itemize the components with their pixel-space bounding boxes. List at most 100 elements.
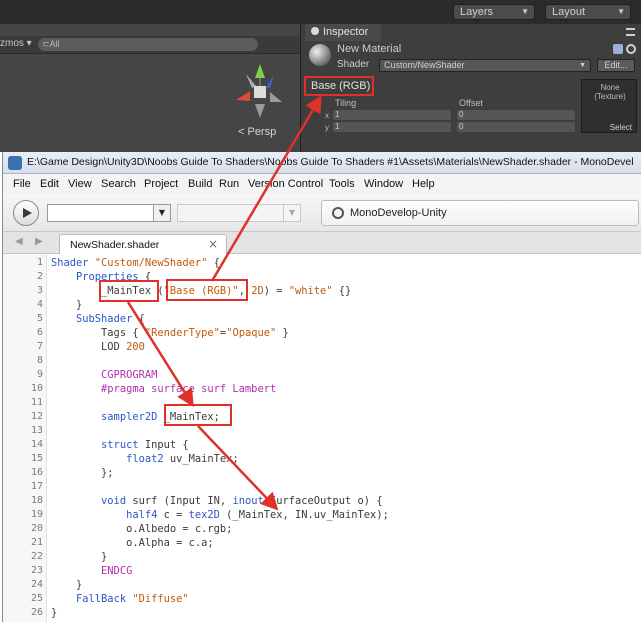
- main-toolbar: ▼ ▼ MonoDevelop-Unity: [3, 194, 641, 232]
- configuration-select[interactable]: ▼: [47, 204, 171, 222]
- monodevelop-status-icon: [332, 207, 344, 219]
- menu-file[interactable]: File: [13, 178, 31, 190]
- line-number: 1: [36, 257, 43, 268]
- highlight-maintex-property: [99, 280, 159, 302]
- highlight-sampler-maintex: [164, 404, 232, 426]
- scene-search-input[interactable]: ⊂All: [38, 38, 258, 51]
- highlight-inspector-property: [304, 76, 374, 96]
- layout-label: Layout: [552, 6, 586, 18]
- shader-select[interactable]: Custom/NewShader ▼: [379, 59, 591, 72]
- panel-options-icon[interactable]: [626, 28, 635, 36]
- tab-label: NewShader.shader: [70, 239, 160, 251]
- target-select[interactable]: ▼: [177, 204, 301, 222]
- code-text: void surf (Input IN, inout SurfaceOutput…: [101, 495, 383, 507]
- highlight-base-rgb-string: [166, 279, 248, 301]
- tiling-y-field[interactable]: 1: [333, 122, 451, 132]
- code-text: half4 c = tex2D (_MainTex, IN.uv_MainTex…: [126, 509, 389, 521]
- code-text: };: [51, 467, 114, 479]
- menu-version-control[interactable]: Version Control: [248, 178, 323, 190]
- menu-window[interactable]: Window: [364, 178, 403, 190]
- code-text: o.Alpha = c.a;: [51, 537, 214, 549]
- menu-tools[interactable]: Tools: [329, 178, 355, 190]
- tiling-label: Tiling: [335, 98, 357, 108]
- line-number: 22: [30, 551, 43, 562]
- window-title-bar: E:\Game Design\Unity3D\Noobs Guide To Sh…: [3, 152, 641, 174]
- edit-shader-button[interactable]: Edit...: [597, 59, 635, 72]
- menu-help[interactable]: Help: [412, 178, 435, 190]
- menu-run[interactable]: Run: [219, 178, 239, 190]
- inspector-tab-label: Inspector: [323, 26, 369, 38]
- gear-icon[interactable]: [626, 44, 636, 54]
- tab-back-icon[interactable]: ◀: [15, 236, 23, 247]
- line-number: 15: [30, 453, 43, 464]
- line-number: 20: [30, 523, 43, 534]
- info-icon: [311, 27, 319, 35]
- code-text: }: [51, 579, 83, 591]
- scene-toolbar: zmos ▾ ⊂All: [0, 36, 300, 54]
- gizmos-menu[interactable]: zmos ▾: [0, 38, 32, 49]
- close-icon[interactable]: ×: [208, 237, 218, 251]
- shader-value: Custom/NewShader: [384, 60, 465, 70]
- menu-edit[interactable]: Edit: [40, 178, 59, 190]
- status-text: MonoDevelop-Unity: [350, 207, 447, 219]
- code-text: SubShader {: [76, 313, 145, 325]
- line-number: 11: [30, 397, 43, 408]
- layers-dropdown[interactable]: Layers ▼: [453, 4, 535, 20]
- y-label: y: [325, 123, 329, 132]
- line-number: 16: [30, 467, 43, 478]
- line-number: 18: [30, 495, 43, 506]
- monodevelop-window: E:\Game Design\Unity3D\Noobs Guide To Sh…: [2, 152, 641, 622]
- offset-y-field[interactable]: 0: [457, 122, 575, 132]
- line-number: 4: [36, 299, 43, 310]
- chevron-down-icon: ▼: [153, 205, 170, 221]
- line-number: 12: [30, 411, 43, 422]
- code-text: }: [51, 607, 58, 619]
- code-text: FallBack "Diffuse": [76, 593, 189, 605]
- layout-dropdown[interactable]: Layout ▼: [545, 4, 631, 20]
- tiling-x-field[interactable]: 1: [333, 110, 451, 120]
- code-text: }: [51, 551, 108, 563]
- code-text: ENDCG: [51, 565, 133, 577]
- line-number: 13: [30, 425, 43, 436]
- shader-label: Shader: [337, 59, 370, 70]
- line-number: 23: [30, 565, 43, 576]
- menu-view[interactable]: View: [68, 178, 92, 190]
- line-number: 24: [30, 579, 43, 590]
- line-number: 6: [36, 327, 43, 338]
- material-preview-icon: [309, 44, 331, 66]
- inspector-tab[interactable]: Inspector: [305, 24, 381, 41]
- chevron-down-icon: ▼: [521, 7, 529, 16]
- code-editor[interactable]: 1 Shader "Custom/NewShader" { 2 Propertie…: [3, 254, 641, 622]
- line-number: 26: [30, 607, 43, 618]
- menu-search[interactable]: Search: [101, 178, 136, 190]
- unity-top-toolbar: Layers ▼ Layout ▼: [0, 0, 641, 24]
- offset-label: Offset: [459, 98, 483, 108]
- chevron-down-icon: ▼: [579, 62, 586, 69]
- select-texture-button[interactable]: Select: [610, 123, 632, 132]
- scene-view[interactable]: zmos ▾ ⊂All < Persp: [0, 24, 300, 152]
- material-name: New Material: [337, 43, 402, 55]
- code-text: Tags { "RenderType"="Opaque" }: [51, 327, 289, 339]
- line-number: 25: [30, 593, 43, 604]
- line-number: 5: [36, 313, 43, 324]
- menu-project[interactable]: Project: [144, 178, 178, 190]
- settings-icon[interactable]: [613, 44, 623, 54]
- offset-x-field[interactable]: 0: [457, 110, 575, 120]
- tab-newshader[interactable]: NewShader.shader ×: [59, 234, 227, 254]
- line-number: 9: [36, 369, 43, 380]
- monodevelop-app-icon: [8, 156, 22, 170]
- line-number: 8: [36, 355, 43, 366]
- code-text: float2 uv_MainTex;: [126, 453, 239, 465]
- scene-gizmo-icon[interactable]: [226, 60, 294, 124]
- menu-build[interactable]: Build: [188, 178, 212, 190]
- tab-forward-icon[interactable]: ▶: [35, 236, 43, 247]
- line-number: 2: [36, 271, 43, 282]
- texture-slot[interactable]: None (Texture) Select: [581, 79, 637, 133]
- code-text: LOD 200: [51, 341, 145, 353]
- run-button[interactable]: [13, 200, 39, 226]
- code-text: o.Albedo = c.rgb;: [51, 523, 233, 535]
- line-number: 21: [30, 537, 43, 548]
- texture-none-label: None (Texture): [594, 83, 626, 101]
- line-number: 3: [36, 285, 43, 296]
- code-text: CGPROGRAM: [51, 369, 158, 381]
